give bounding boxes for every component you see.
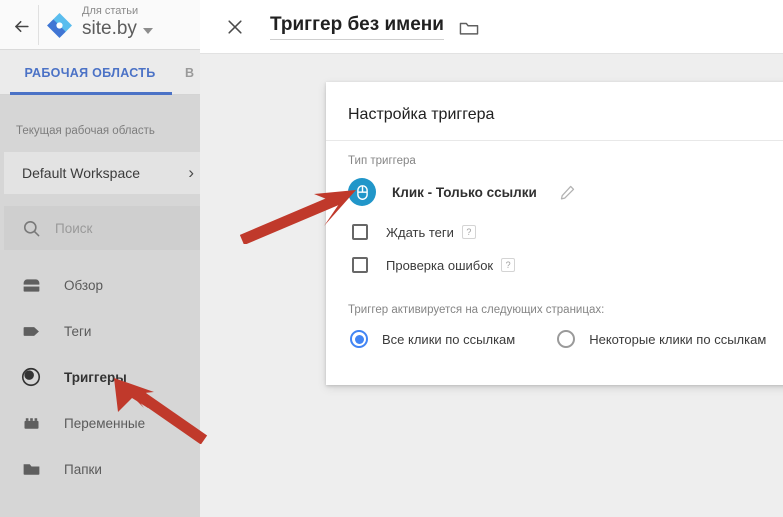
workspace-selector[interactable]: Default Workspace › (4, 152, 200, 194)
fires-on-label: Триггер активируется на следующих страни… (348, 304, 605, 316)
sidebar-nav: Обзор Теги Триггеры Переменные Папки (0, 262, 200, 492)
current-workspace-label: Текущая рабочая область (16, 125, 155, 137)
sidebar-item-overview[interactable]: Обзор (0, 262, 200, 308)
radio-all-link-clicks[interactable]: Все клики по ссылкам (350, 330, 515, 348)
wait-tags-label: Ждать теги (386, 224, 454, 240)
trigger-icon (20, 366, 42, 388)
gtm-logo-icon (46, 12, 73, 39)
sidebar-item-label: Теги (64, 323, 92, 339)
account-selector[interactable]: site.by (82, 17, 192, 41)
mouse-click-icon (348, 178, 376, 206)
folder-icon (20, 458, 42, 480)
workspace-name: Default Workspace (22, 165, 141, 181)
variables-icon (20, 412, 42, 434)
radio-some-link-clicks-label: Некоторые клики по ссылкам (589, 331, 767, 347)
tag-icon (20, 320, 42, 342)
wait-tags-help-icon[interactable]: ? (461, 225, 476, 239)
search-icon (22, 219, 41, 238)
account-name: site.by (82, 18, 137, 39)
account-kicker: Для статьи (82, 5, 139, 17)
radio-all-link-clicks-control[interactable] (350, 330, 368, 348)
account-info: Для статьи site.by (82, 4, 192, 41)
app-root: Для статьи site.by РАБОЧАЯ ОБЛАСТЬ В Тек… (0, 0, 783, 517)
account-bar: Для статьи site.by (0, 0, 200, 50)
card-divider (326, 140, 783, 141)
trigger-type-label: Тип триггера (348, 155, 416, 167)
radio-all-link-clicks-label: Все клики по ссылкам (382, 331, 516, 347)
tab-versions-label: В (185, 65, 195, 80)
radio-some-link-clicks-control[interactable] (557, 330, 576, 348)
search-box[interactable] (4, 206, 200, 250)
tab-bar: РАБОЧАЯ ОБЛАСТЬ В (0, 50, 200, 95)
wait-tags-checkbox[interactable] (352, 224, 368, 240)
dialog-header: Триггер без имени (200, 0, 783, 54)
caret-down-icon[interactable] (142, 28, 153, 34)
sidebar-item-variables[interactable]: Переменные (0, 400, 200, 446)
radio-all-link-clicks-dot (354, 334, 364, 344)
radio-some-link-clicks-dot (562, 335, 571, 344)
trigger-type-name: Клик - Только ссылки (392, 184, 537, 200)
overview-box-icon (20, 274, 42, 296)
checkbox-row-check-validation[interactable]: Проверка ошибок ? (352, 257, 516, 273)
check-validation-help-icon[interactable]: ? (501, 258, 516, 272)
trigger-configuration-card: Настройка триггера Тип триггера Клик - Т… (326, 82, 783, 385)
account-divider (38, 5, 39, 45)
sidebar-item-folders[interactable]: Папки (0, 446, 200, 492)
tab-workspace-label: РАБОЧАЯ ОБЛАСТЬ (24, 65, 156, 80)
pencil-edit-icon[interactable] (559, 184, 576, 201)
card-title: Настройка триггера (348, 106, 495, 123)
sidebar-item-label: Триггеры (64, 369, 127, 385)
check-validation-checkbox[interactable] (352, 257, 368, 273)
search-input[interactable] (55, 220, 185, 236)
trigger-name-field[interactable]: Триггер без имени (270, 14, 444, 40)
sidebar-item-triggers[interactable]: Триггеры (0, 354, 200, 400)
chevron-right-icon[interactable]: › (188, 163, 194, 182)
trigger-type-row[interactable]: Клик - Только ссылки (348, 178, 576, 206)
radio-some-link-clicks[interactable]: Некоторые клики по ссылкам (557, 330, 766, 348)
tab-versions[interactable]: В (185, 50, 200, 95)
check-validation-label: Проверка ошибок (386, 257, 494, 273)
sidebar-item-label: Обзор (64, 277, 103, 293)
trigger-dialog: Триггер без имени Настройка триггера Тип… (200, 0, 783, 517)
sidebar-item-label: Папки (64, 461, 102, 477)
sidebar-item-tags[interactable]: Теги (0, 308, 200, 354)
sidebar-item-label: Переменные (64, 415, 146, 431)
back-arrow-icon[interactable] (8, 13, 34, 39)
checkbox-row-wait-tags[interactable]: Ждать теги ? (352, 224, 476, 240)
tab-workspace[interactable]: РАБОЧАЯ ОБЛАСТЬ (0, 50, 180, 95)
left-sidebar: Для статьи site.by РАБОЧАЯ ОБЛАСТЬ В Тек… (0, 0, 200, 517)
fires-on-radio-group: Все клики по ссылкам Некоторые клики по … (350, 330, 766, 348)
tab-active-underline (10, 92, 172, 95)
close-icon[interactable] (222, 14, 248, 40)
folder-move-icon[interactable] (458, 19, 480, 37)
